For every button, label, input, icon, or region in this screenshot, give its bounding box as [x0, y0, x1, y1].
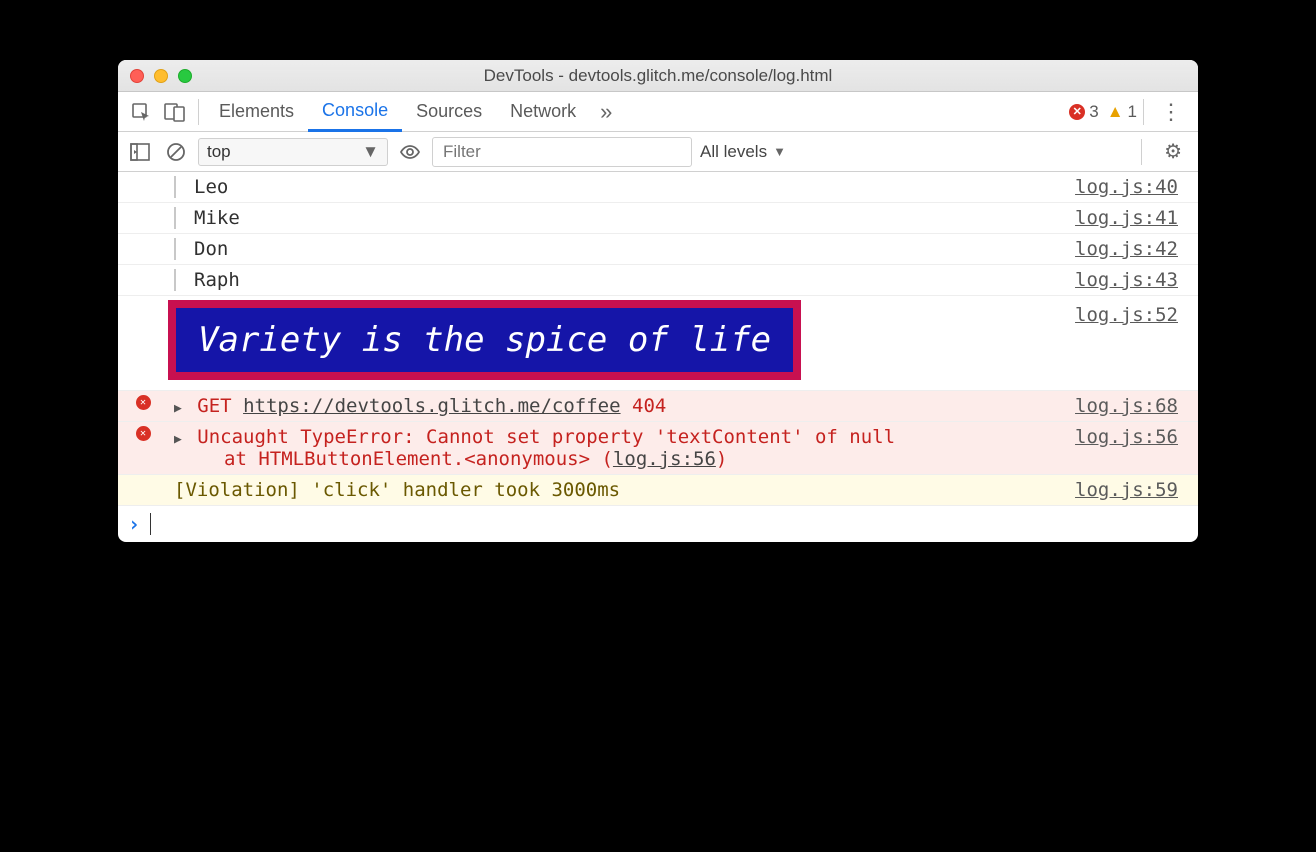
settings-menu-icon[interactable]: ⋮ [1150, 99, 1192, 125]
expand-arrow-icon[interactable]: ▶ [174, 401, 182, 416]
error-url[interactable]: https://devtools.glitch.me/coffee [243, 395, 621, 417]
devtools-tabbar: Elements Console Sources Network » ✕ 3 ▲… [118, 92, 1198, 132]
tab-sources[interactable]: Sources [402, 92, 496, 132]
log-text: Don [194, 238, 228, 260]
stack-frame-prefix: at HTMLButtonElement.<anonymous> ( [224, 448, 613, 470]
chevron-down-icon: ▼ [362, 142, 379, 162]
js-error-row[interactable]: ✕ ▶ Uncaught TypeError: Cannot set prope… [118, 422, 1198, 475]
source-link[interactable]: log.js:41 [1075, 207, 1188, 229]
log-row[interactable]: Mike log.js:41 [118, 203, 1198, 234]
tab-network[interactable]: Network [496, 92, 590, 132]
text-caret [150, 513, 151, 535]
log-row[interactable]: Don log.js:42 [118, 234, 1198, 265]
console-output: Leo log.js:40 Mike log.js:41 Don log.js:… [118, 172, 1198, 542]
toggle-sidebar-icon[interactable] [126, 138, 154, 166]
error-icon: ✕ [136, 426, 151, 441]
source-link[interactable]: log.js:52 [1075, 304, 1188, 326]
source-link[interactable]: log.js:59 [1075, 479, 1188, 501]
error-message: Uncaught TypeError: Cannot set property … [197, 426, 895, 448]
context-value: top [207, 142, 231, 162]
log-text: Leo [194, 176, 228, 198]
clear-console-icon[interactable] [162, 138, 190, 166]
network-error-row[interactable]: ✕ ▶ GET https://devtools.glitch.me/coffe… [118, 391, 1198, 422]
chevron-down-icon: ▼ [773, 144, 786, 159]
live-expression-icon[interactable] [396, 138, 424, 166]
log-text: Mike [194, 207, 240, 229]
more-tabs-icon[interactable]: » [590, 99, 622, 125]
window-title: DevTools - devtools.glitch.me/console/lo… [118, 66, 1198, 86]
stack-frame-suffix: ) [716, 448, 727, 470]
error-icon: ✕ [136, 395, 151, 410]
http-status: 404 [632, 395, 666, 417]
styled-log-text: Variety is the spice of life [168, 300, 801, 380]
console-settings-icon[interactable]: ⚙ [1156, 139, 1190, 164]
warning-count-badge[interactable]: ▲ 1 [1107, 102, 1137, 122]
prompt-chevron-icon: › [128, 512, 140, 536]
divider [1141, 139, 1142, 165]
divider [1143, 99, 1144, 125]
source-link[interactable]: log.js:43 [1075, 269, 1188, 291]
console-toolbar: top ▼ All levels ▼ ⚙ [118, 132, 1198, 172]
console-prompt[interactable]: › [118, 506, 1198, 542]
filter-input[interactable] [432, 137, 692, 167]
log-text: Raph [194, 269, 240, 291]
tab-elements[interactable]: Elements [205, 92, 308, 132]
warning-count: 1 [1128, 102, 1137, 122]
log-row[interactable]: Leo log.js:40 [118, 172, 1198, 203]
devtools-window: DevTools - devtools.glitch.me/console/lo… [118, 60, 1198, 542]
error-count-badge[interactable]: ✕ 3 [1069, 102, 1098, 122]
log-row[interactable]: Raph log.js:43 [118, 265, 1198, 296]
http-method: GET [197, 395, 231, 417]
source-link[interactable]: log.js:68 [1075, 395, 1188, 417]
source-link[interactable]: log.js:56 [1075, 426, 1188, 448]
expand-arrow-icon[interactable]: ▶ [174, 432, 182, 447]
divider [198, 99, 199, 125]
error-icon: ✕ [1069, 104, 1085, 120]
levels-label: All levels [700, 142, 767, 162]
tab-console[interactable]: Console [308, 92, 402, 132]
log-levels-selector[interactable]: All levels ▼ [700, 142, 786, 162]
titlebar: DevTools - devtools.glitch.me/console/lo… [118, 60, 1198, 92]
inspect-icon[interactable] [124, 95, 158, 129]
device-toolbar-icon[interactable] [158, 95, 192, 129]
styled-log-row[interactable]: Variety is the spice of life log.js:52 [118, 296, 1198, 391]
violation-row[interactable]: [Violation] 'click' handler took 3000ms … [118, 475, 1198, 506]
context-selector[interactable]: top ▼ [198, 138, 388, 166]
error-count: 3 [1089, 102, 1098, 122]
source-link[interactable]: log.js:40 [1075, 176, 1188, 198]
warning-icon: ▲ [1107, 102, 1124, 122]
violation-text: [Violation] 'click' handler took 3000ms [168, 479, 1075, 501]
source-link[interactable]: log.js:42 [1075, 238, 1188, 260]
stack-source-link[interactable]: log.js:56 [613, 448, 716, 470]
